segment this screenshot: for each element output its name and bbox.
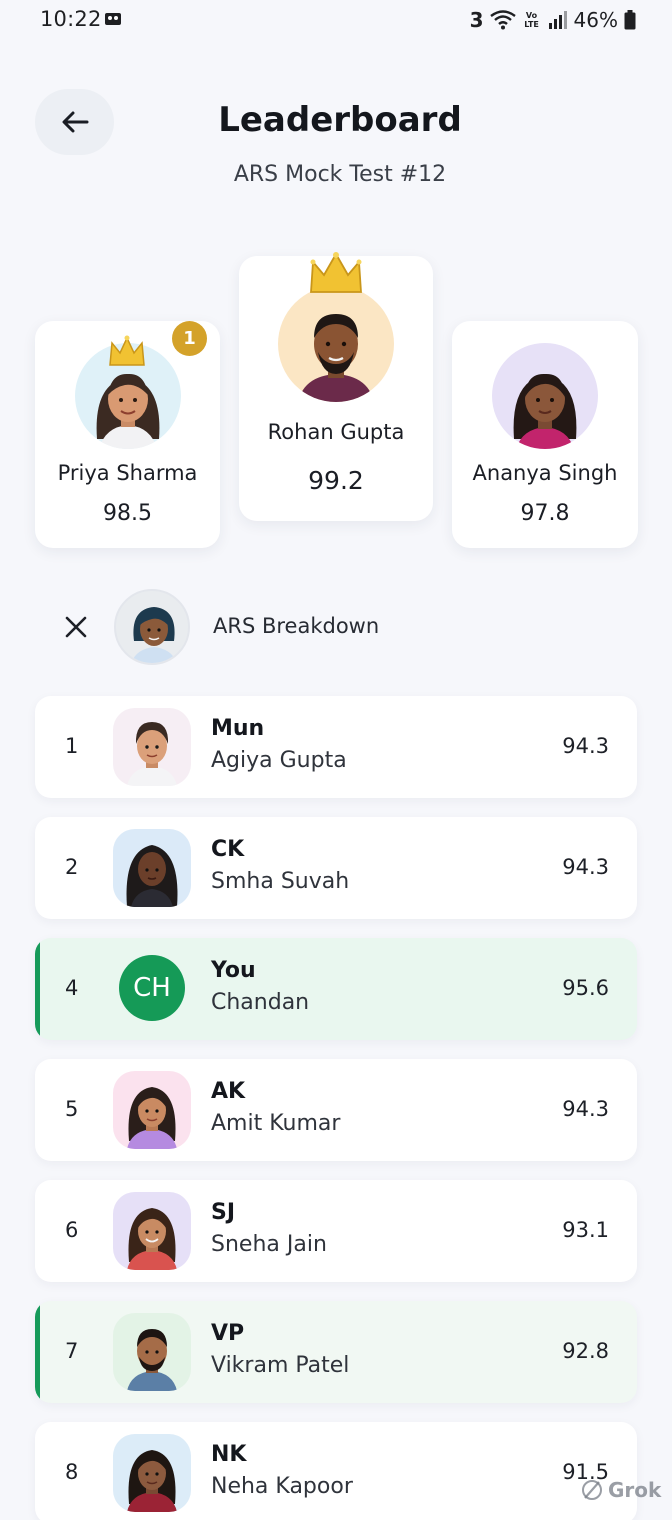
row-handle: You xyxy=(211,958,256,983)
cast-icon xyxy=(105,13,121,25)
row-name: Agiya Gupta xyxy=(211,748,347,773)
avatar xyxy=(113,1313,191,1391)
row-rank: 2 xyxy=(65,855,79,879)
row-name: Amit Kumar xyxy=(211,1111,341,1136)
row-name: Neha Kapoor xyxy=(211,1474,353,1499)
avatar xyxy=(113,708,191,786)
list-item[interactable]: 2 CK Smha Suvah 94.3 xyxy=(35,817,637,919)
list-item[interactable]: 5 AK Amit Kumar 94.3 xyxy=(35,1059,637,1161)
row-score: 93.1 xyxy=(562,1218,609,1242)
row-rank: 5 xyxy=(65,1097,79,1121)
row-name: Vikram Patel xyxy=(211,1353,350,1378)
close-icon[interactable] xyxy=(60,611,92,643)
row-score: 94.3 xyxy=(562,1097,609,1121)
row-rank: 8 xyxy=(65,1460,79,1484)
avatar xyxy=(113,1071,191,1149)
page-title: Leaderboard xyxy=(218,100,462,140)
row-rank: 4 xyxy=(65,976,79,1000)
person-icon xyxy=(131,607,177,663)
avatar xyxy=(113,829,191,907)
crown-icon xyxy=(109,335,145,366)
row-name: Chandan xyxy=(211,990,310,1015)
signal-icon xyxy=(548,11,567,29)
list-item[interactable]: 8 NK Neha Kapoor 91.5 xyxy=(35,1422,637,1520)
person-icon xyxy=(127,1208,177,1270)
podium-name: Priya Sharma xyxy=(57,461,198,485)
rank-badge: 1 xyxy=(172,321,207,356)
avatar[interactable] xyxy=(114,589,190,665)
row-rank: 6 xyxy=(65,1218,79,1242)
grok-logo-icon xyxy=(582,1480,602,1500)
watermark: Grok xyxy=(580,1478,661,1502)
person-icon xyxy=(513,373,577,449)
status-bar: 10:22 3 Vo LTE 46% xyxy=(0,0,672,42)
crown-icon xyxy=(310,252,362,293)
podium-card-first[interactable]: Rohan Gupta 99.2 xyxy=(239,252,433,521)
list-item-current-user[interactable]: 4 CH You Chandan 95.6 xyxy=(35,938,637,1040)
list-item[interactable]: 6 SJ Sneha Jain 93.1 xyxy=(35,1180,637,1282)
row-handle: NK xyxy=(211,1442,247,1467)
person-icon xyxy=(127,722,177,786)
row-score: 94.3 xyxy=(562,734,609,758)
row-handle: VP xyxy=(211,1321,245,1346)
leaderboard-screen: 10:22 3 Vo LTE 46% Leaderboard ARS Mock … xyxy=(0,0,672,1520)
podium-score: 98.5 xyxy=(103,501,152,526)
row-score: 92.8 xyxy=(562,1339,609,1363)
battery-icon xyxy=(624,10,636,30)
status-indicators: 3 Vo LTE 46% xyxy=(470,7,636,33)
row-score: 94.3 xyxy=(562,855,609,879)
list-item[interactable]: 7 VP Vikram Patel 92.8 xyxy=(35,1301,637,1403)
avatar xyxy=(278,286,394,402)
volte-label: Vo LTE xyxy=(524,11,539,29)
podium-name: Ananya Singh xyxy=(472,461,618,485)
highlight-accent xyxy=(35,1301,40,1403)
row-handle: AK xyxy=(211,1079,246,1104)
avatar xyxy=(113,1434,191,1512)
row-rank: 7 xyxy=(65,1339,79,1363)
page-subtitle: ARS Mock Test #12 xyxy=(233,162,447,187)
list-item[interactable]: 1 Mun Agiya Gupta 94.3 xyxy=(35,696,637,798)
podium-card-third[interactable]: Ananya Singh 97.8 xyxy=(452,321,638,548)
carrier-label: 3 xyxy=(469,8,484,32)
podium-score: 97.8 xyxy=(520,501,570,526)
status-time: 10:22 xyxy=(40,7,102,31)
battery-percent: 46% xyxy=(573,8,618,32)
person-icon xyxy=(126,845,178,907)
breakdown-label[interactable]: ARS Breakdown xyxy=(213,614,379,638)
row-name: Sneha Jain xyxy=(211,1232,327,1257)
row-handle: SJ xyxy=(211,1200,236,1225)
person-icon xyxy=(127,1450,177,1512)
avatar xyxy=(492,343,598,449)
row-rank: 1 xyxy=(65,734,79,758)
row-handle: Mun xyxy=(211,716,265,741)
row-name: Smha Suvah xyxy=(211,869,350,894)
wifi-icon xyxy=(489,10,516,30)
podium-score: 99.2 xyxy=(308,466,364,495)
watermark-text: Grok xyxy=(608,1478,662,1502)
person-icon xyxy=(298,314,374,402)
person-icon xyxy=(127,1329,177,1391)
highlight-accent xyxy=(35,938,40,1040)
person-icon xyxy=(127,1087,177,1149)
row-handle: CK xyxy=(211,837,245,862)
avatar xyxy=(113,1192,191,1270)
row-score: 95.6 xyxy=(562,976,609,1000)
podium-name: Rohan Gupta xyxy=(267,420,405,444)
avatar-initials: CH xyxy=(119,955,185,1021)
